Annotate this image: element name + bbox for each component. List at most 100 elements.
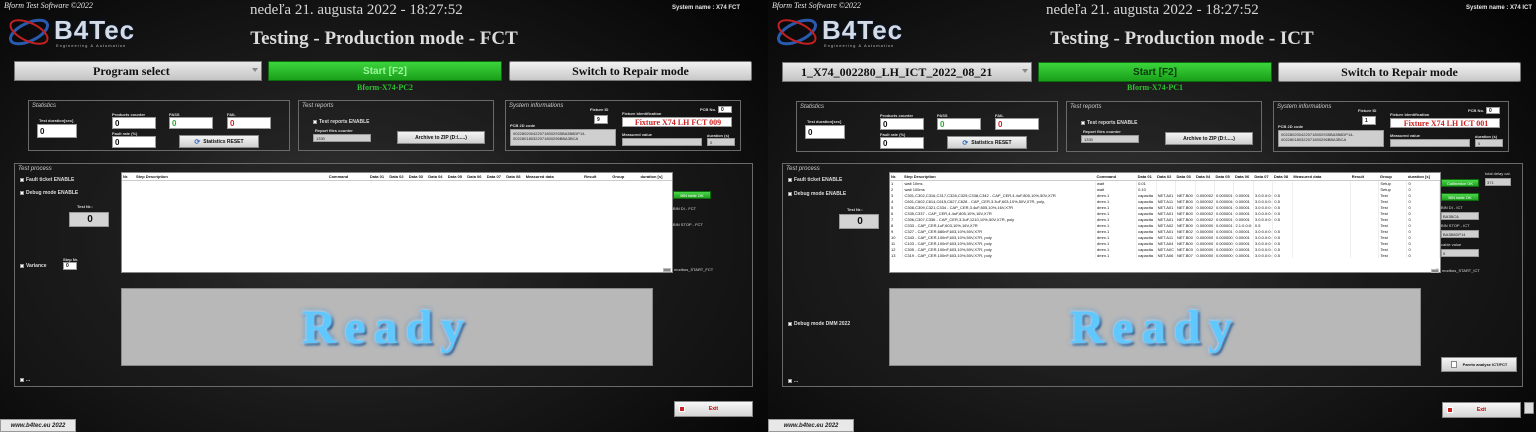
- table-cell: 2.1:0.0:0:: [1233, 222, 1254, 228]
- table-header-cell: Step Description: [134, 173, 328, 181]
- table-header-cell: Data 03: [1175, 173, 1195, 181]
- test-steps-table[interactable]: Nr. Step Description Command Data 01 Data 02…: [121, 172, 673, 273]
- statistics-label: Statistics: [800, 104, 825, 110]
- debug-mode-label: Debug mode ENABLE: [26, 190, 79, 196]
- ict-panel: Bform Test Software ©2022 B4Tec Engineer…: [768, 0, 1536, 432]
- statistics-reset-label: Statistics RESET: [203, 138, 244, 145]
- test-steps-table[interactable]: Nr. Step Description Command Data 01 Data 02…: [889, 172, 1441, 273]
- table-cell: 3.0:0.0:0:: [1253, 246, 1274, 252]
- extra-checkbox-label: ...: [26, 377, 31, 383]
- pass-field: 0: [937, 118, 981, 130]
- repair-mode-button[interactable]: Switch to Repair mode: [509, 61, 752, 81]
- exit-button[interactable]: Exit: [674, 401, 753, 417]
- document-icon[interactable]: [1524, 402, 1534, 414]
- system-name: System name : X74 ICT: [1466, 5, 1533, 11]
- table-cell: 3.0:0.0:0:: [1253, 198, 1274, 204]
- duration-field: 0: [1475, 139, 1503, 147]
- table-header-cell: Data 08: [505, 173, 525, 181]
- fault-ticket-checkbox[interactable]: Fault ticket ENABLE: [788, 177, 842, 183]
- logo-text: B4Tec: [822, 15, 904, 45]
- system-info-label: System informations: [1277, 104, 1332, 110]
- app-title: Bform Test Software ©2022: [4, 1, 93, 10]
- test-reports-enable-checkbox[interactable]: Test reports ENABLE: [313, 119, 369, 125]
- table-cell: NET.A01: [1156, 216, 1177, 222]
- fault-ticket-checkbox[interactable]: Fault ticket ENABLE: [20, 177, 74, 183]
- table-cell: NET.B00: [1175, 234, 1196, 240]
- start-button[interactable]: Start [F2]: [268, 61, 502, 81]
- program-select[interactable]: 1_X74_002280_LH_ICT_2022_08_21: [782, 62, 1032, 82]
- table-cell: NET.A06: [1156, 252, 1177, 258]
- test-reports-enable-checkbox[interactable]: Test reports ENABLE: [1081, 120, 1137, 126]
- table-header-cell: Data 07: [1253, 173, 1273, 181]
- table-cell: 0: [1406, 252, 1440, 258]
- fixture-id-label: Fixture ID: [590, 107, 609, 112]
- table-cell: NET.B00: [1175, 198, 1196, 204]
- test-nr-label: Test Nr.:: [77, 204, 93, 209]
- table-cell: C319 - CAP_CER,100nF,603,10%,50V,X7R, po…: [902, 252, 1096, 258]
- bin-table-ok-indicator: BIN table OK: [1441, 193, 1479, 201]
- website-link[interactable]: www.b4tec.eu 2022: [768, 419, 854, 432]
- program-select[interactable]: Program select: [14, 61, 262, 81]
- table-header-cell: Data 08: [1272, 173, 1293, 181]
- logo-swoosh-icon: [8, 18, 50, 46]
- checkbox-icon: [788, 322, 792, 326]
- variance-label: Variance: [26, 263, 47, 269]
- system-name: System name : X74 FCT: [672, 5, 741, 11]
- pcb-2d-label: PCB 2D code: [1278, 124, 1304, 129]
- b4tec-logo: B4Tec Engineering & Automation: [774, 12, 924, 52]
- system-info-label: System informations: [509, 103, 564, 109]
- measured-value-field: [622, 138, 702, 146]
- test-duration-field: 0: [805, 125, 845, 139]
- bin-table-ok-indicator: BIN table OK: [673, 191, 711, 199]
- archive-zip-button[interactable]: Archive to ZIP (D:\.....): [1165, 132, 1253, 145]
- variance-checkbox[interactable]: Variance: [20, 263, 47, 269]
- debug-mode-checkbox[interactable]: Debug mode ENABLE: [20, 190, 78, 196]
- statistics-reset-button[interactable]: ⟳ Statistics RESET: [947, 136, 1027, 149]
- fixture-ident-label: Fixture identification: [1390, 112, 1430, 117]
- table-header-cell: Data 04: [427, 173, 447, 181]
- statistics-reset-button[interactable]: ⟳ Statistics RESET: [179, 135, 259, 148]
- extra-checkbox[interactable]: ...: [788, 378, 798, 384]
- website-link[interactable]: www.b4tec.eu 2022: [0, 419, 76, 432]
- table-cell: 3.0:0.0:0:: [1253, 210, 1274, 216]
- table-cell: NET.A11: [1156, 234, 1177, 240]
- table-cell: 0.000002: [1195, 216, 1215, 222]
- debug-dmm-checkbox[interactable]: Debug mode DMM 2022: [788, 321, 850, 327]
- table-cell: 0.000001: [1214, 222, 1235, 228]
- table-header-cell: Measured data: [1292, 173, 1351, 181]
- test-process-group: Test process Fault ticket ENABLE Debug m…: [14, 163, 753, 387]
- statistics-label: Statistics: [32, 103, 57, 109]
- system-info-group: System informations Fixture ID 9 PCB No.…: [505, 100, 741, 151]
- table-cell: 0.000000: [1195, 252, 1215, 258]
- test-reports-enable-label: Test reports ENABLE: [319, 119, 370, 125]
- start-button[interactable]: Start [F2]: [1038, 62, 1272, 82]
- repair-mode-button[interactable]: Switch to Repair mode: [1278, 62, 1521, 82]
- archive-zip-button[interactable]: Archive to ZIP (D:\.....): [397, 131, 485, 144]
- pareto-analyse-label: Pareto analyse ICT/FCT: [1462, 362, 1508, 367]
- table-cell: 0.000000: [1214, 252, 1235, 258]
- extra-checkbox[interactable]: ...: [20, 377, 30, 383]
- exit-button[interactable]: Exit: [1442, 402, 1521, 418]
- modbus-label: modbus_START_FCT: [674, 267, 714, 272]
- table-cell: NET.A04: [1156, 240, 1177, 246]
- fixture-id-field: 1: [1362, 116, 1376, 125]
- pcb-no-field: 0: [718, 106, 732, 113]
- table-header-cell: Group: [1378, 173, 1407, 181]
- table-cell: capacita: [1136, 252, 1157, 258]
- exit-label: Exit: [708, 406, 719, 412]
- checkbox-icon: [1081, 121, 1085, 125]
- table-row[interactable]: 13 C319 - CAP_CER,100nF,603,10%,50V,X7R, …: [890, 252, 1440, 258]
- program-select-value: 1_X74_002280_LH_ICT_2022_08_21: [801, 64, 993, 79]
- debug-mode-checkbox[interactable]: Debug mode ENABLE: [788, 191, 846, 197]
- exit-icon: [1447, 407, 1453, 413]
- pareto-analyse-button[interactable]: Pareto analyse ICT/FCT: [1441, 357, 1517, 372]
- table-cell: NET.B00: [1175, 216, 1196, 222]
- table-cell: 0.000002: [1195, 204, 1215, 210]
- checkbox-icon: [788, 192, 792, 196]
- measured-value-label: Measured value: [1390, 133, 1421, 138]
- table-cell: 0.000002: [1195, 210, 1215, 216]
- table-cell: 0.000000: [1214, 246, 1235, 252]
- page-title: Testing - Production mode - FCT: [250, 28, 518, 49]
- fixture-ident-field: Fixture X74 LH FCT 009: [622, 117, 732, 127]
- checkbox-icon: [20, 378, 24, 382]
